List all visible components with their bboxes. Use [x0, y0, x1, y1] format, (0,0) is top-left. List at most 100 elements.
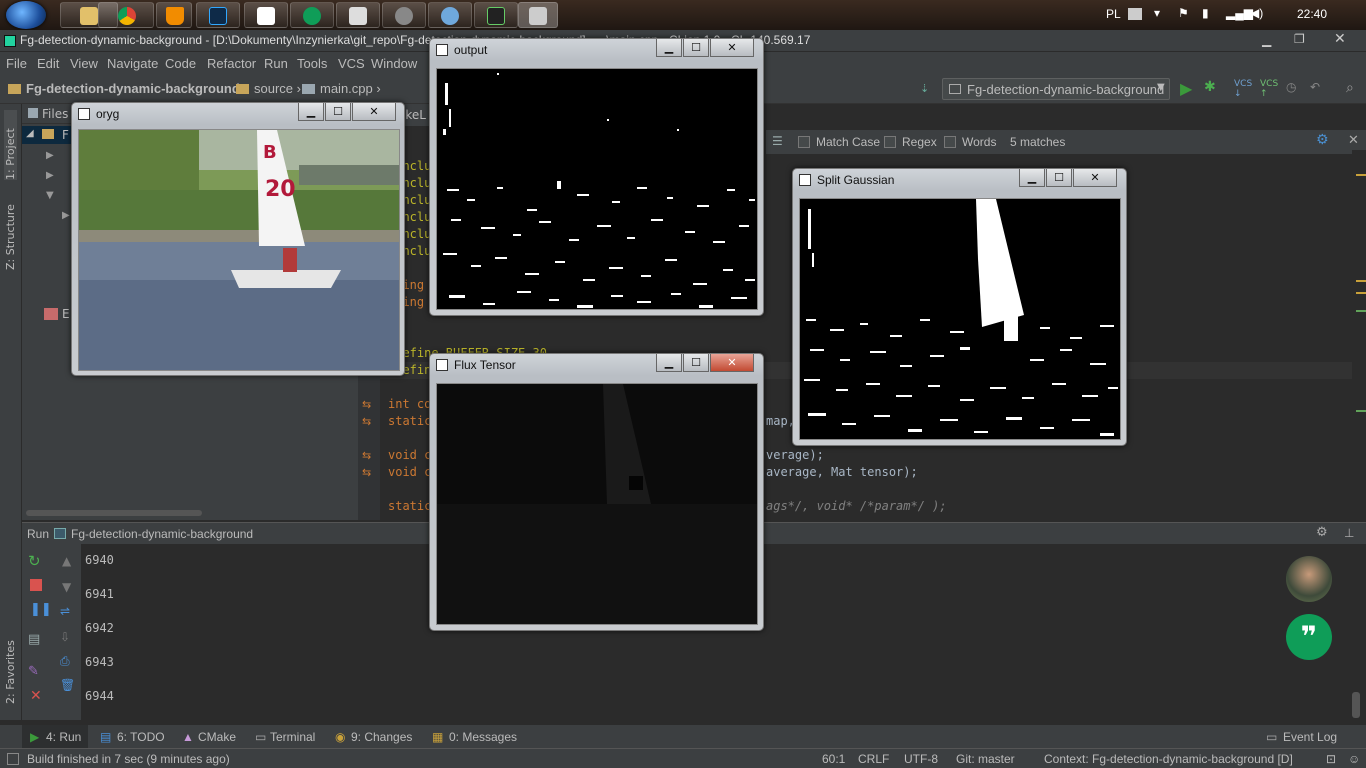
revert-icon[interactable]: ↶ — [1310, 80, 1320, 94]
match-case-option[interactable]: Match Case — [798, 135, 880, 149]
vcs-update-icon[interactable]: VCS ↓ — [1234, 79, 1252, 99]
menu-code[interactable]: Code — [165, 56, 196, 71]
run-config-tab[interactable]: Fg-detection-dynamic-background — [71, 527, 253, 541]
search-icon[interactable]: ⌕ — [1346, 80, 1354, 96]
expand-arrow-icon[interactable]: ▼ — [46, 190, 54, 201]
minimize-button[interactable]: ▁ — [656, 354, 682, 372]
tab-changes[interactable]: 9: Changes — [351, 730, 412, 744]
window-flux-tensor[interactable]: Flux Tensor ▁ ☐ ✕ — [429, 353, 764, 631]
status-message[interactable]: Build finished in 7 sec (9 minutes ago) — [27, 752, 230, 766]
trash-icon[interactable]: 🗑 — [60, 678, 75, 692]
taskbar-tex-button[interactable] — [336, 2, 380, 28]
menu-view[interactable]: View — [70, 56, 98, 71]
stop-icon[interactable] — [30, 579, 42, 591]
tab-terminal[interactable]: Terminal — [270, 730, 315, 744]
words-checkbox[interactable] — [944, 136, 956, 148]
toggle-tool-windows-icon[interactable] — [7, 753, 19, 765]
volume-icon[interactable]: ◀) — [1250, 6, 1263, 20]
project-view-label[interactable]: Files — [42, 107, 68, 121]
taskbar-console-button[interactable] — [474, 2, 518, 28]
close-icon[interactable]: ✕ — [30, 688, 42, 704]
tree-item-label[interactable]: E — [62, 307, 70, 321]
ide-restore-button[interactable]: ❐ — [1294, 32, 1305, 46]
regex-option[interactable]: Regex — [884, 135, 937, 149]
hangouts-chat-bubble[interactable]: ❞ — [1286, 614, 1332, 660]
run-config-select[interactable]: Fg-detection-dynamic-background ▼ — [942, 78, 1170, 100]
sort-icon[interactable]: ⇣ — [920, 82, 929, 95]
maximize-button[interactable]: ☐ — [683, 39, 709, 57]
taskbar-opencv-button[interactable] — [518, 2, 558, 28]
menu-tools[interactable]: Tools — [297, 56, 327, 71]
close-find-icon[interactable]: ✕ — [1348, 133, 1359, 148]
vcs-commit-icon[interactable]: VCS ↑ — [1260, 79, 1278, 99]
taskbar-paint-button[interactable] — [428, 2, 472, 28]
minimize-button[interactable]: ▁ — [298, 103, 324, 121]
menu-run[interactable]: Run — [264, 56, 288, 71]
output-scrollbar[interactable] — [1352, 692, 1360, 718]
settings-gear-icon[interactable]: ⚙ — [1316, 132, 1329, 148]
soft-wrap-icon[interactable]: ⇌ — [60, 604, 70, 618]
regex-checkbox[interactable] — [884, 136, 896, 148]
window-output[interactable]: output ▁ ☐ ✕ — [429, 38, 764, 316]
maximize-button[interactable]: ☐ — [325, 103, 351, 121]
tab-project[interactable]: 1: Project — [4, 110, 17, 180]
tab-cmake[interactable]: CMake — [198, 730, 236, 744]
hide-panel-icon[interactable]: ⊥ — [1344, 526, 1354, 540]
line-separator[interactable]: CRLF — [858, 752, 889, 766]
breadcrumb-project[interactable]: Fg-detection-dynamic-background › — [8, 81, 248, 96]
override-gutter-icon[interactable]: ⇆ — [362, 466, 371, 479]
close-button[interactable]: ✕ — [1073, 169, 1117, 187]
scroll-down-icon[interactable]: ▼ — [62, 580, 71, 594]
breadcrumb-source[interactable]: source › — [236, 81, 301, 96]
taskbar-vlc-button[interactable] — [156, 2, 192, 28]
words-option[interactable]: Words — [944, 135, 996, 149]
git-branch[interactable]: Git: master — [956, 752, 1015, 766]
debug-icon[interactable]: ✱ — [1204, 79, 1216, 95]
pause-icon[interactable]: ❚❚ — [30, 602, 52, 617]
dump-threads-icon[interactable]: ▤ — [28, 632, 40, 647]
print-icon[interactable]: ⎙ — [60, 654, 70, 669]
override-gutter-icon[interactable]: ⇆ — [362, 415, 371, 428]
collapse-arrow-icon[interactable]: ▶ — [62, 210, 70, 221]
collapse-arrow-icon[interactable]: ▶ — [46, 150, 54, 161]
context-selector[interactable]: Context: Fg-detection-dynamic-background… — [1044, 752, 1293, 766]
close-button[interactable]: ✕ — [710, 354, 754, 372]
tray-expand-icon[interactable]: ▾ — [1154, 6, 1160, 20]
file-encoding[interactable]: UTF-8 — [904, 752, 938, 766]
scroll-up-icon[interactable]: ▲ — [62, 554, 71, 568]
avatar[interactable] — [1286, 556, 1332, 602]
expand-icon[interactable]: ◢ — [26, 128, 34, 139]
override-gutter-icon[interactable]: ⇆ — [362, 449, 371, 462]
close-button[interactable]: ✕ — [352, 103, 396, 121]
inspector-icon[interactable]: ☺ — [1348, 752, 1360, 766]
gear-icon[interactable]: ⚙ — [1316, 525, 1328, 540]
tab-favorites[interactable]: 2: Favorites — [4, 634, 17, 704]
window-oryg[interactable]: oryg ▁ ☐ ✕ B 20 — [71, 102, 405, 376]
flag-icon[interactable]: ⚑ — [1178, 6, 1189, 20]
language-indicator[interactable]: PL — [1106, 7, 1121, 21]
tab-structure[interactable]: Z: Structure — [4, 196, 17, 270]
rerun-icon[interactable]: ↻ — [28, 552, 41, 570]
taskbar-media-button[interactable] — [382, 2, 426, 28]
keyboard-icon[interactable] — [1128, 8, 1142, 20]
horizontal-scrollbar[interactable] — [26, 510, 202, 516]
menu-vcs[interactable]: VCS — [338, 56, 365, 71]
tab-messages[interactable]: 0: Messages — [449, 730, 517, 744]
menu-edit[interactable]: Edit — [37, 56, 59, 71]
taskbar-hangouts-button[interactable] — [290, 2, 334, 28]
network-icon[interactable]: ▂▄▆ — [1226, 6, 1253, 20]
scroll-end-icon[interactable]: ⇩ — [60, 630, 70, 644]
menu-navigate[interactable]: Navigate — [107, 56, 158, 71]
start-button[interactable] — [6, 1, 46, 29]
taskbar-app-button[interactable] — [244, 2, 288, 28]
battery-icon[interactable]: ▮ — [1202, 6, 1209, 20]
minimize-button[interactable]: ▁ — [1019, 169, 1045, 187]
breadcrumb-file[interactable]: main.cpp › — [302, 81, 381, 96]
filter-icon[interactable]: ☰ — [772, 134, 783, 148]
clock[interactable]: 22:40 — [1297, 7, 1327, 21]
taskbar-photoshop-button[interactable] — [196, 2, 240, 28]
collapse-arrow-icon[interactable]: ▶ — [46, 170, 54, 181]
maximize-button[interactable]: ☐ — [1046, 169, 1072, 187]
maximize-button[interactable]: ☐ — [683, 354, 709, 372]
lock-icon[interactable]: ⊡ — [1326, 752, 1336, 766]
